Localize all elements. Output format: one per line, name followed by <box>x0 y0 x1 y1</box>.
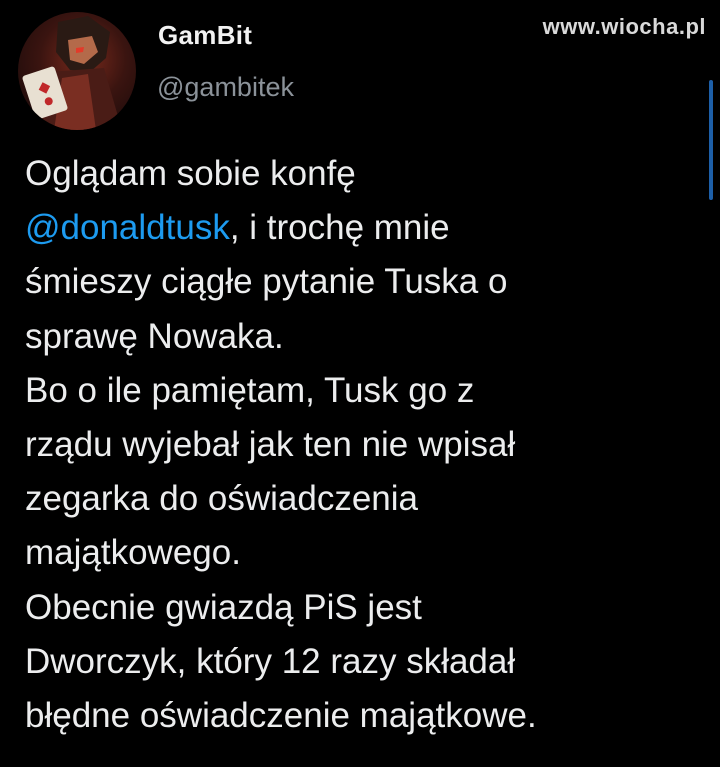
avatar[interactable] <box>18 12 136 130</box>
tweet-text: Oglądam sobie konfę @donaldtusk, i troch… <box>25 147 705 743</box>
avatar-icon <box>22 16 122 130</box>
tweet-line-rest: , i trochę mnie <box>229 208 450 248</box>
tweet-line: zegarka do oświadczenia <box>25 479 419 519</box>
tweet-line: majątkowego. <box>25 533 241 573</box>
tweet-line: Bo o ile pamiętam, Tusk go z <box>25 370 475 410</box>
scroll-indicator[interactable] <box>709 80 713 200</box>
watermark: www.wiocha.pl <box>542 14 706 39</box>
tweet-line: Oglądam sobie konfę <box>25 154 356 193</box>
tweet-line: śmieszy ciągłe pytanie Tuska o <box>25 262 508 302</box>
mention-link[interactable]: @donaldtusk <box>25 208 230 247</box>
tweet-line: Obecnie gwiazdą PiS jest <box>25 587 422 627</box>
tweet-line: błędne oświadczenie majątkowe. <box>25 696 537 736</box>
tweet-line: rządu wyjebał jak ten nie wpisał <box>25 425 516 465</box>
user-display-name[interactable]: GamBit <box>158 20 252 51</box>
tweet-line: sprawę Nowaka. <box>25 316 284 356</box>
tweet-line: @donaldtusk, i trochę mnie <box>25 201 705 255</box>
tweet-line: Dworczyk, który 12 razy składał <box>25 641 516 681</box>
user-handle[interactable]: @gambitek <box>157 72 294 103</box>
